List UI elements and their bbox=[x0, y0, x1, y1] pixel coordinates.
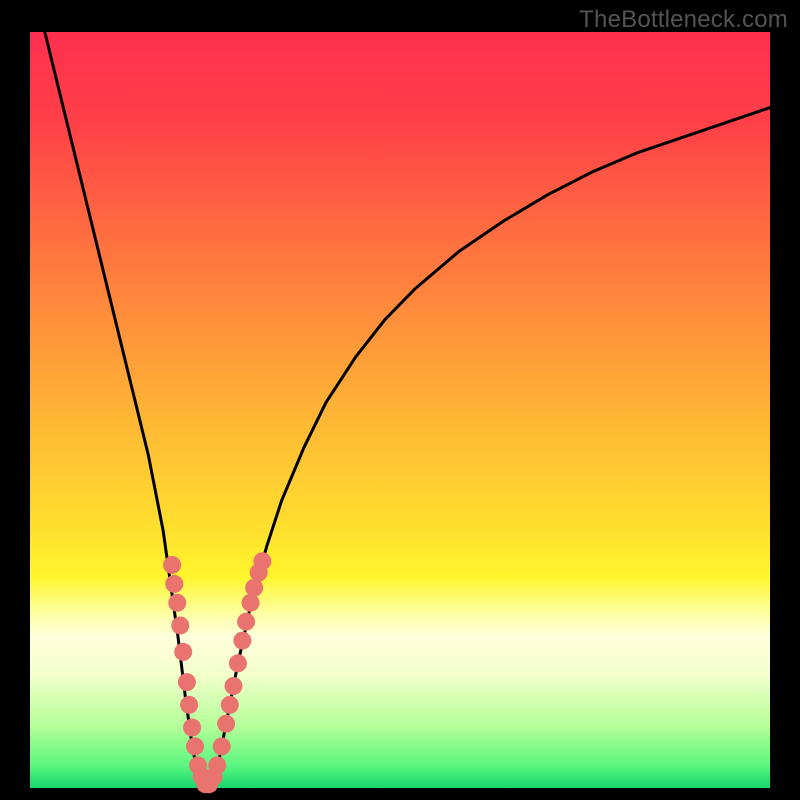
data-marker bbox=[171, 616, 189, 634]
data-marker bbox=[183, 719, 201, 737]
data-marker bbox=[174, 643, 192, 661]
data-marker bbox=[163, 556, 181, 574]
data-marker bbox=[233, 632, 251, 650]
data-marker bbox=[168, 594, 186, 612]
data-marker bbox=[221, 696, 239, 714]
data-marker bbox=[242, 594, 260, 612]
data-marker bbox=[208, 756, 226, 774]
chart-svg bbox=[0, 0, 800, 800]
data-marker bbox=[253, 552, 271, 570]
data-marker bbox=[245, 579, 263, 597]
marker-group bbox=[163, 552, 271, 793]
watermark-text: TheBottleneck.com bbox=[579, 6, 788, 34]
data-marker bbox=[225, 677, 243, 695]
bottleneck-curve bbox=[45, 32, 770, 788]
data-marker bbox=[237, 613, 255, 631]
data-marker bbox=[186, 737, 204, 755]
data-marker bbox=[217, 715, 235, 733]
data-marker bbox=[213, 737, 231, 755]
data-marker bbox=[165, 575, 183, 593]
data-marker bbox=[180, 696, 198, 714]
data-marker bbox=[178, 673, 196, 691]
data-marker bbox=[229, 654, 247, 672]
chart-stage: TheBottleneck.com bbox=[0, 0, 800, 800]
